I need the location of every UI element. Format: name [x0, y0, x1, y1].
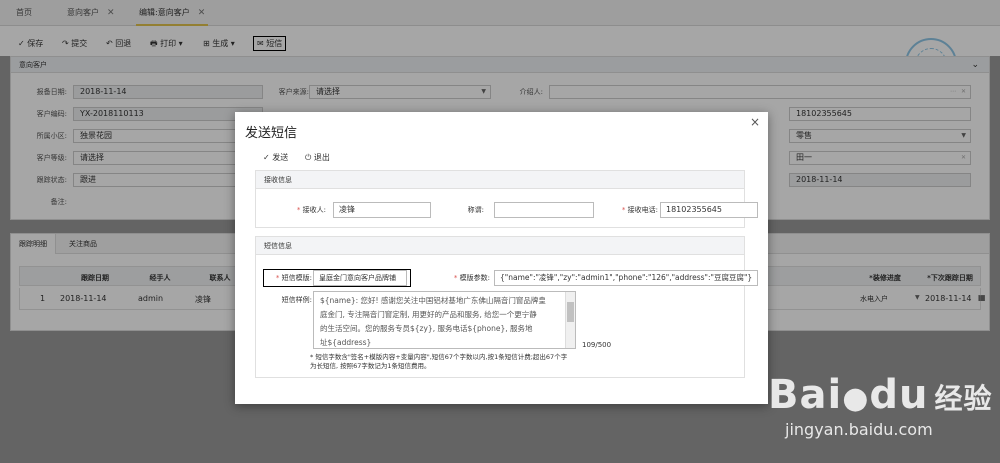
param-input[interactable]: {"name":"凌锋","zy":"admin1","phone":"126"…: [494, 270, 758, 286]
receiver-input[interactable]: 凌锋: [333, 202, 431, 218]
char-counter: 109/500: [582, 341, 612, 349]
paw-icon: ●: [842, 381, 870, 416]
phone-label-text: 接收电话:: [627, 206, 658, 214]
template-select[interactable]: 皇庭金门意向客户品牌铺: [313, 270, 407, 286]
sms-note: * 短信字数含"签名+模版内容+变量内容",短信67个字数以内,按1条短信计费;…: [310, 353, 578, 371]
watermark-brand: Bai: [768, 372, 843, 418]
template-label: * 短信模版:: [275, 274, 312, 282]
receiver-label-text: 接收人:: [302, 206, 326, 214]
section-title: 接收信息: [256, 171, 744, 189]
receiver-label: * 接收人:: [296, 206, 326, 214]
sample-label: 短信样例:: [281, 296, 312, 304]
sms-info-section: 短信信息 * 短信模版: 皇庭金门意向客户品牌铺 * 模版参数: {"name"…: [255, 236, 758, 378]
watermark-url: jingyan.baidu.com: [785, 420, 933, 439]
watermark-logo: Bai●du 经验: [768, 372, 993, 418]
dialog-title: 发送短信: [245, 126, 298, 141]
sample-line: 庭金门, 专注隔音门窗定制, 用更好的产品和服务, 给您一个更宁静: [320, 310, 537, 319]
param-label: * 模版参数:: [453, 274, 490, 282]
scroll-thumb[interactable]: [567, 302, 574, 322]
watermark-brand2: du: [869, 372, 929, 418]
sample-line: ${name}: 您好! 感谢您关注中国铝材基地广东佛山隔音门窗品牌皇: [320, 296, 546, 305]
nickname-input[interactable]: [494, 202, 594, 218]
template-label-text: 短信模版:: [281, 274, 312, 282]
receive-info-section: 接收信息 * 接收人: 凌锋 称谓: * 接收电话: 18102355645: [255, 170, 758, 228]
note-line: * 短信字数含"签名+模版内容+变量内容",短信67个字数以内,按1条短信计费;…: [310, 353, 568, 361]
section-title: 短信信息: [256, 237, 744, 255]
phone-input[interactable]: 18102355645: [660, 202, 758, 218]
sample-line: 址${address}: [320, 338, 372, 347]
watermark-cn: 经验: [934, 382, 993, 415]
sample-line: 的生活空间。您的服务专员${zy}, 服务电话${phone}, 服务地: [320, 324, 533, 333]
close-icon[interactable]: ×: [750, 115, 760, 129]
exit-button[interactable]: ⏻ 退出: [305, 152, 330, 163]
param-label-text: 模版参数:: [459, 274, 490, 282]
nickname-label: 称谓:: [467, 206, 484, 214]
note-line: 为长短信, 按照67字数记为1条短信费用。: [310, 362, 431, 370]
sample-textarea[interactable]: ${name}: 您好! 感谢您关注中国铝材基地广东佛山隔音门窗品牌皇 庭金门,…: [313, 291, 576, 349]
phone-label: * 接收电话:: [621, 206, 658, 214]
send-sms-dialog: 发送短信 × ✓ 发送 ⏻ 退出 接收信息 * 接收人: 凌锋 称谓: * 接收…: [235, 112, 768, 404]
scrollbar[interactable]: [565, 292, 575, 348]
send-button[interactable]: ✓ 发送: [263, 152, 288, 163]
